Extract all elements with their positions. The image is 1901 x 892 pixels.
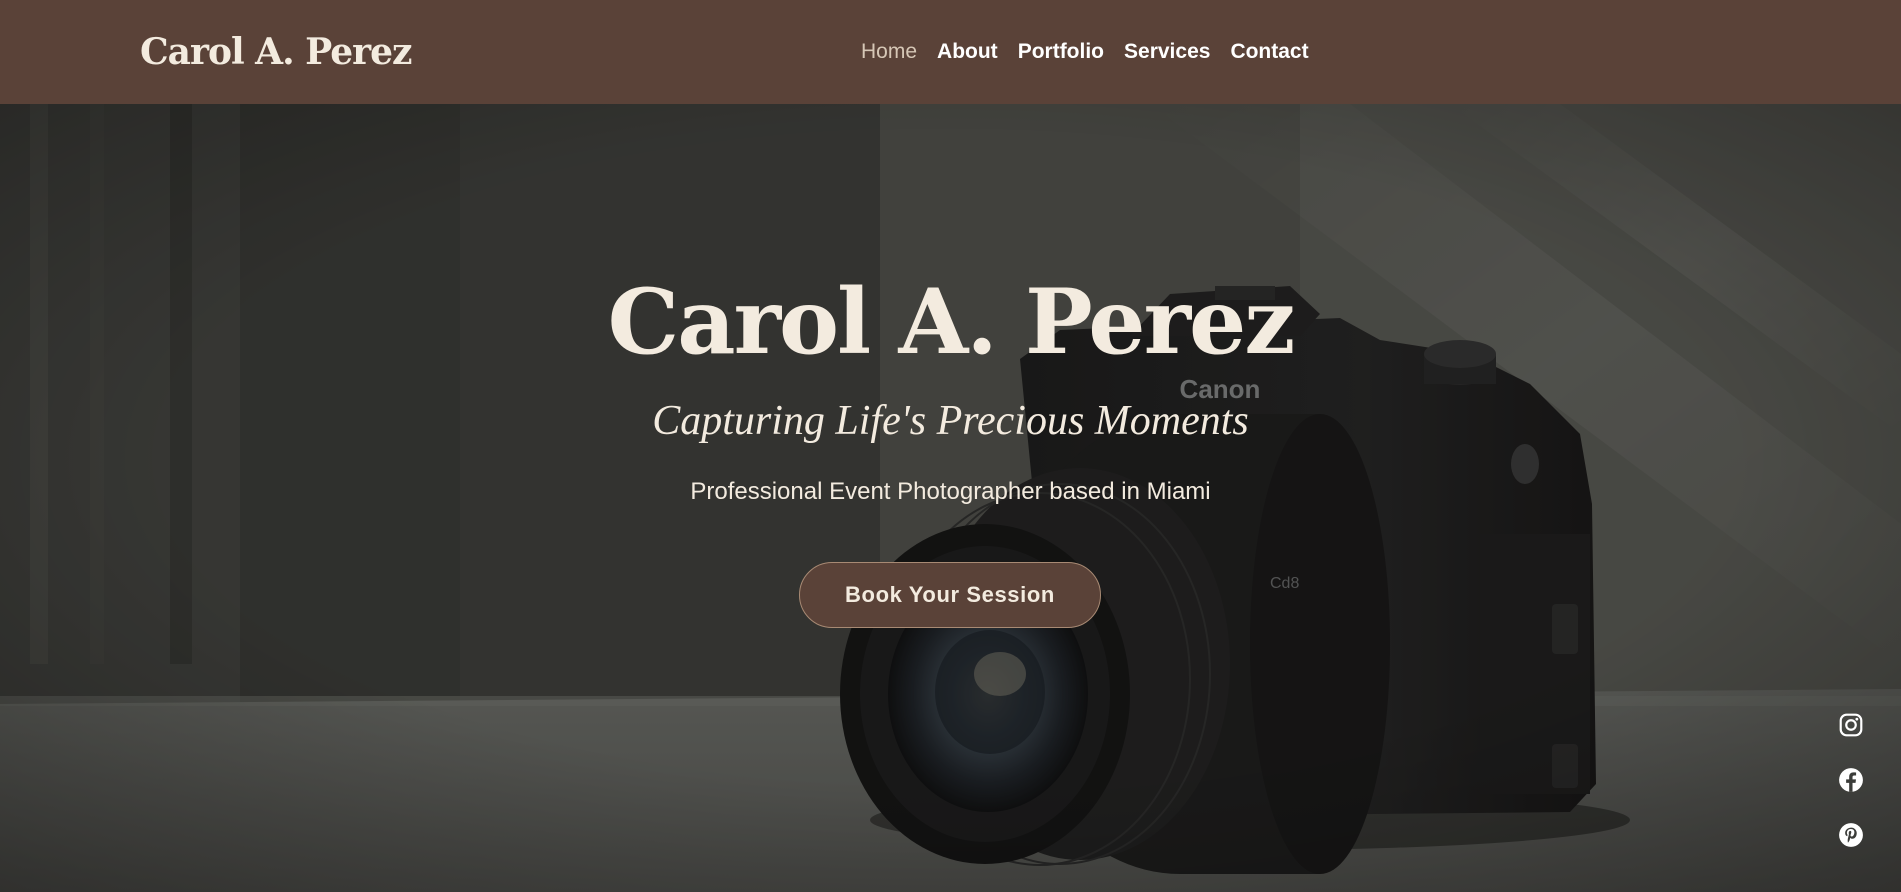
hero-tagline: Capturing Life's Precious Moments — [652, 398, 1249, 444]
social-links — [1838, 712, 1864, 877]
nav-link-contact[interactable]: Contact — [1230, 38, 1308, 66]
site-header: Carol A. Perez Home About Portfolio Serv… — [0, 0, 1901, 104]
nav-link-home[interactable]: Home — [861, 38, 917, 66]
facebook-icon[interactable] — [1838, 767, 1864, 793]
hero-subtitle: Professional Event Photographer based in… — [690, 478, 1211, 505]
pinterest-icon[interactable] — [1838, 822, 1864, 848]
nav-link-about[interactable]: About — [937, 38, 998, 66]
instagram-icon[interactable] — [1838, 712, 1864, 738]
site-logo[interactable]: Carol A. Perez — [140, 28, 412, 76]
main-nav: Home About Portfolio Services Contact — [861, 38, 1309, 66]
nav-link-services[interactable]: Services — [1124, 38, 1210, 66]
hero-section: Canon Cd8 Carol A. Perez Capturing Life'… — [0, 104, 1901, 892]
hero-title: Carol A. Perez — [607, 269, 1296, 375]
book-session-button[interactable]: Book Your Session — [799, 562, 1101, 628]
nav-link-portfolio[interactable]: Portfolio — [1018, 38, 1104, 66]
